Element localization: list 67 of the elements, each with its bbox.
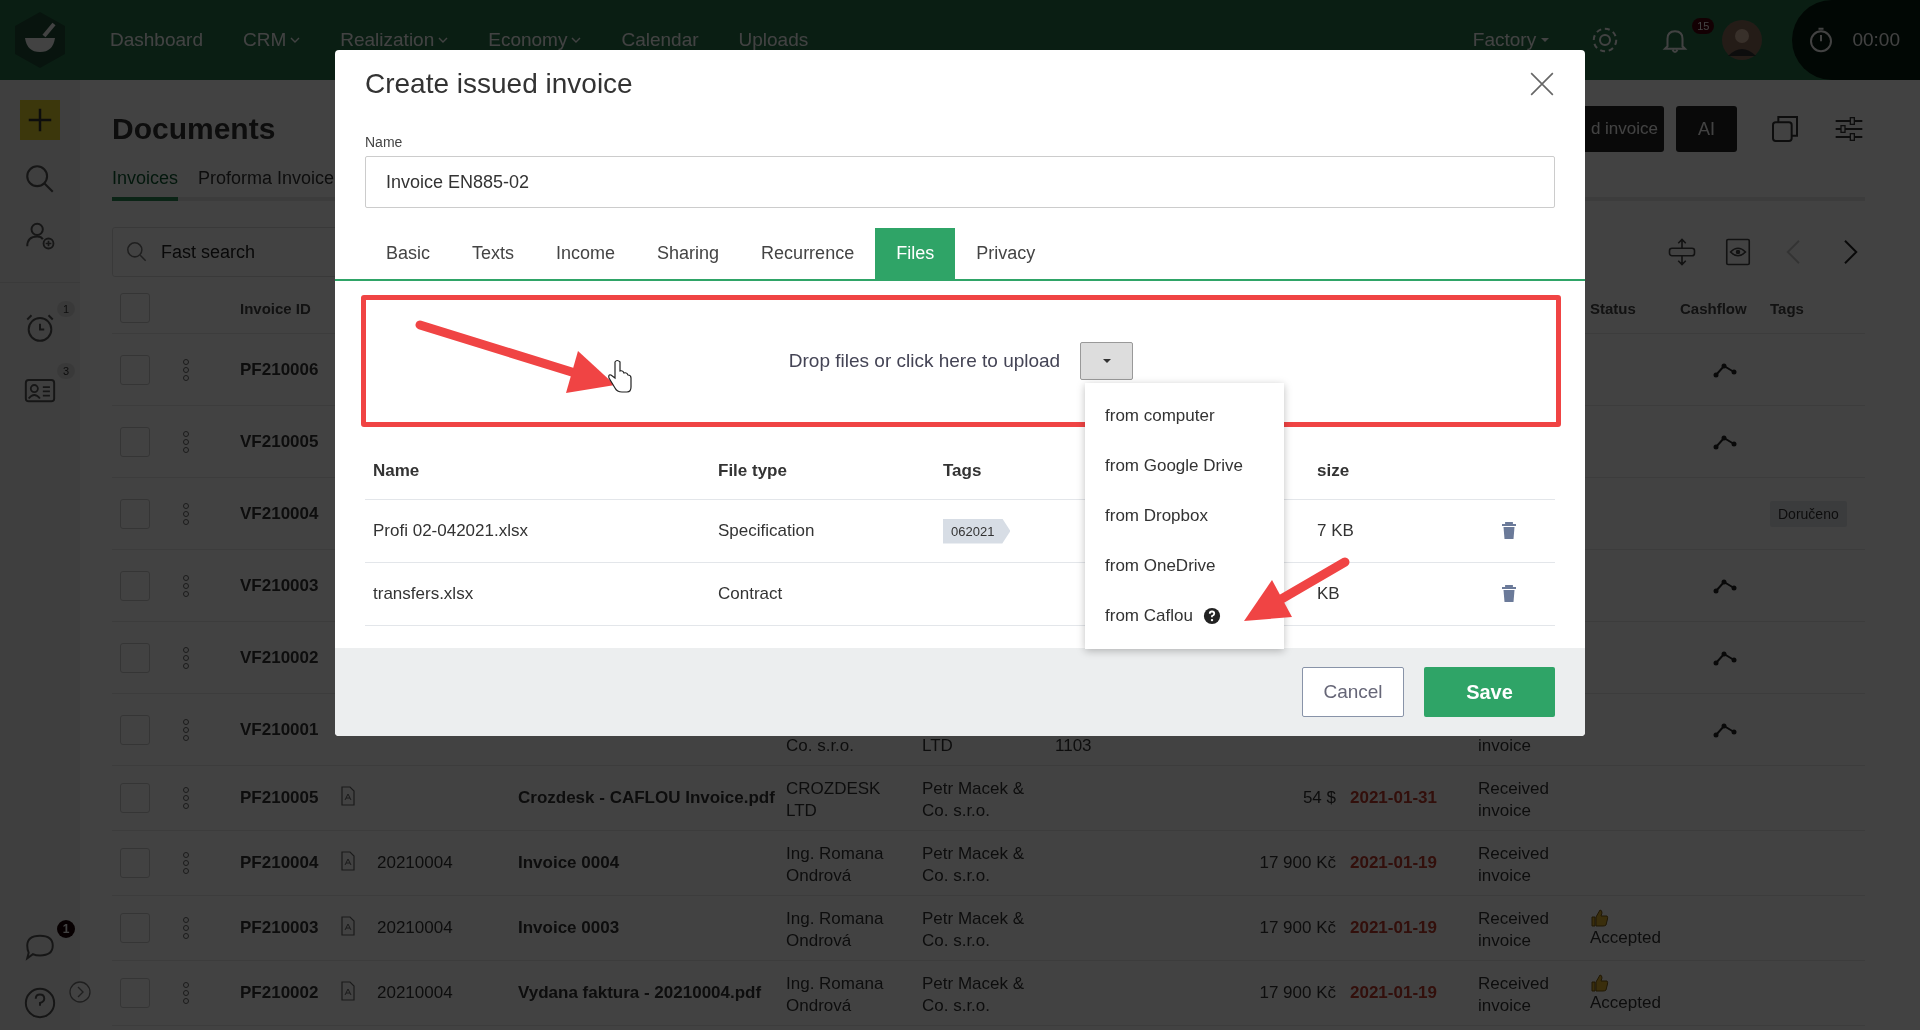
- more-icon[interactable]: [182, 357, 190, 382]
- more-icon[interactable]: [182, 786, 190, 810]
- column-header: size: [1317, 461, 1350, 481]
- chevron-down-icon: [571, 37, 582, 43]
- more-icon[interactable]: [182, 981, 190, 1005]
- table-cell: KB: [1317, 584, 1340, 604]
- menu-item[interactable]: from OneDrive: [1105, 541, 1216, 591]
- dialog-tab[interactable]: Recurrence: [740, 228, 876, 279]
- avatar[interactable]: [1722, 20, 1763, 60]
- hand-cursor-icon: [608, 359, 632, 393]
- expand-icon[interactable]: [68, 980, 92, 1004]
- close-icon[interactable]: [1529, 71, 1555, 97]
- row-height-icon[interactable]: [1667, 237, 1697, 267]
- cashflow-icon[interactable]: [1713, 577, 1737, 594]
- cashflow-icon[interactable]: [1713, 721, 1737, 738]
- column-header: Tags: [943, 461, 982, 481]
- table-cell: Contract: [718, 584, 783, 604]
- dialog-tab[interactable]: Income: [535, 228, 637, 279]
- count-badge: 1: [56, 920, 76, 938]
- dialog-tab[interactable]: Privacy: [955, 228, 1057, 279]
- menu-item[interactable]: from Dropbox: [1105, 491, 1208, 541]
- more-icon[interactable]: [182, 645, 190, 670]
- pdf-file-icon[interactable]: [340, 915, 356, 936]
- table-cell: 7 KB: [1317, 521, 1354, 541]
- cashflow-icon[interactable]: [1713, 433, 1737, 450]
- chevron-down-icon: [438, 37, 449, 43]
- caret-icon: [1540, 37, 1551, 43]
- pdf-file-icon[interactable]: [340, 785, 356, 806]
- dialog-title: Create issued invoice: [365, 68, 633, 100]
- notification-badge: 15: [1692, 18, 1715, 34]
- copy-icon[interactable]: [1769, 113, 1801, 145]
- more-icon[interactable]: [182, 573, 190, 598]
- cashflow-icon[interactable]: [1713, 361, 1737, 378]
- cancel-button[interactable]: Cancel: [1302, 667, 1404, 717]
- chevron-down-icon: [290, 37, 301, 43]
- column-header: Name: [373, 461, 420, 481]
- table-cell: transfers.xlsx: [373, 584, 474, 604]
- dialog-tab[interactable]: Sharing: [636, 228, 741, 279]
- dialog-tab[interactable]: Texts: [451, 228, 536, 279]
- column-header: File type: [718, 461, 787, 481]
- more-icon[interactable]: [182, 717, 190, 742]
- thumbs-up-icon: [1590, 908, 1610, 928]
- delete-icon[interactable]: [1501, 585, 1517, 603]
- more-icon[interactable]: [182, 501, 190, 526]
- add-button[interactable]: [20, 100, 60, 140]
- delete-icon[interactable]: [1501, 522, 1517, 540]
- dropdown-button[interactable]: [1080, 342, 1134, 380]
- more-icon[interactable]: [182, 851, 190, 875]
- timer-text: 00:00: [1852, 29, 1900, 51]
- thumbs-up-icon: [1590, 973, 1610, 993]
- table-cell: Specification: [718, 521, 815, 541]
- tag: 062021: [943, 518, 1011, 544]
- menu-item[interactable]: from computer: [1105, 391, 1215, 441]
- upload-hint: Drop files or click here to upload: [788, 350, 1061, 372]
- field-label: Name: [365, 134, 404, 150]
- menu-item[interactable]: from Google Drive: [1105, 441, 1243, 491]
- pdf-file-icon[interactable]: [340, 850, 356, 871]
- pdf-file-icon[interactable]: [340, 980, 356, 1001]
- help-icon[interactable]: [1202, 607, 1221, 625]
- menu-item[interactable]: from Caflou: [1105, 591, 1221, 641]
- eye-icon[interactable]: [1723, 237, 1753, 267]
- cashflow-icon[interactable]: [1713, 649, 1737, 666]
- more-icon[interactable]: [182, 429, 190, 454]
- more-icon[interactable]: [182, 916, 190, 940]
- table-cell: Profi 02-042021.xlsx: [373, 521, 528, 541]
- caret-icon: [1101, 358, 1112, 364]
- name-field[interactable]: Invoice EN885-02: [365, 156, 1555, 208]
